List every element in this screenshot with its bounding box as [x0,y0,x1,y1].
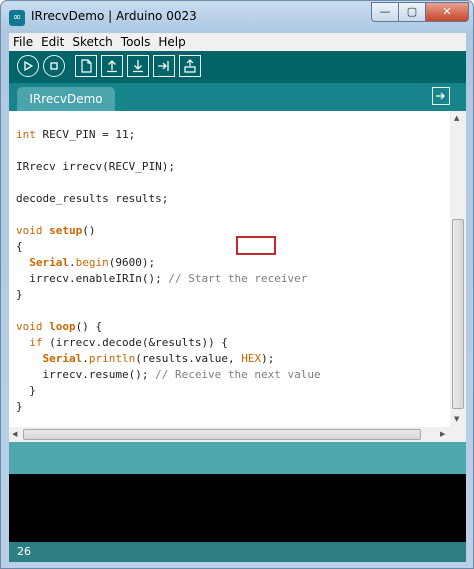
code-line: { [16,240,23,253]
code-line: void setup() [16,224,96,237]
title-bar[interactable]: ∞ IRrecvDemo | Arduino 0023 — ▢ ✕ [1,1,473,33]
menu-sketch[interactable]: Sketch [68,35,116,49]
horizontal-scroll-thumb[interactable] [23,429,421,440]
save-icon [133,60,143,73]
code-text: () [82,224,96,237]
hex-highlight-box [236,236,276,255]
menu-help[interactable]: Help [154,35,189,49]
stop-button[interactable] [43,55,65,77]
new-button[interactable] [75,55,97,77]
code-line: } [16,384,36,397]
keyword: int [16,128,36,141]
method-name: begin [75,256,109,269]
code-line: } [16,288,23,301]
comment: // Receive the next value [155,368,321,381]
maximize-button[interactable]: ▢ [398,2,426,22]
code-line: IRrecv irrecv(RECV_PIN); [16,160,175,173]
code-text: RECV_PIN = 11; [35,128,136,141]
code-text: ); [261,352,275,365]
code-line: Serial.begin(9600); [16,256,155,269]
class-name: Serial [29,256,69,269]
code-text: . [69,256,76,269]
code-text: (irrecv.decode(&results)) { [42,336,228,349]
vertical-scrollbar[interactable]: ▲ ▼ [450,111,466,427]
class-name: Serial [42,352,83,365]
scroll-up-icon[interactable]: ▲ [454,114,459,122]
menu-bar: File Edit Sketch Tools Help [9,33,466,51]
arduino-app-icon: ∞ [9,10,25,26]
code-line: decode_results results; [16,192,169,205]
upload-button[interactable] [153,55,175,77]
verify-icon [24,61,33,71]
hex-constant: HEX [241,352,262,365]
code-text: irrecv.resume(); [16,368,156,381]
tab-strip: IRrecvDemo [9,83,466,111]
window-controls: — ▢ ✕ [371,2,469,22]
method-name: println [88,352,136,365]
code-line: irrecv.resume(); // Receive the next val… [16,368,321,381]
code-text: . [82,352,89,365]
function-name: loop [49,320,76,333]
horizontal-scrollbar[interactable]: ◀ ▶ [9,427,450,442]
status-bar [9,442,466,474]
arduino-window: ∞ IRrecvDemo | Arduino 0023 — ▢ ✕ File E… [0,0,474,569]
code-text: () { [75,320,103,333]
open-icon [107,60,117,73]
arrow-right-icon [436,92,445,100]
code-line: if (irrecv.decode(&results)) { [16,336,228,349]
save-button[interactable] [127,55,149,77]
scroll-down-icon[interactable]: ▼ [454,415,459,423]
close-button[interactable]: ✕ [425,2,469,22]
tab-menu-button[interactable] [432,87,450,105]
window-title: IRrecvDemo | Arduino 0023 [31,9,197,23]
code-text: (9600); [108,256,156,269]
code-line: irrecv.enableIRIn(); // Start the receiv… [16,272,307,285]
vertical-scroll-thumb[interactable] [452,219,464,409]
minimize-button[interactable]: — [371,2,399,22]
code-text: irrecv.enableIRIn(); [16,272,169,285]
comment: // Start the receiver [168,272,308,285]
menu-file[interactable]: File [9,35,37,49]
stop-icon [50,62,58,70]
toolbar [9,51,466,83]
line-number: 26 [17,545,31,558]
keyword: if [29,336,43,349]
code-line: int RECV_PIN = 11; [16,128,135,141]
menu-tools[interactable]: Tools [117,35,155,49]
footer-bar: 26 [9,542,466,562]
serial-monitor-icon [184,59,196,73]
upload-icon [158,61,169,71]
tab-irrecvdemo[interactable]: IRrecvDemo [17,87,115,111]
scroll-right-icon[interactable]: ▶ [440,430,445,438]
serial-monitor-button[interactable] [179,55,201,77]
function-name: setup [49,224,83,237]
code-line: void loop() { [16,320,102,333]
code-editor[interactable]: int RECV_PIN = 11; IRrecv irrecv(RECV_PI… [9,111,450,427]
scroll-corner [450,427,466,442]
open-button[interactable] [101,55,123,77]
verify-button[interactable] [17,55,39,77]
scroll-left-icon[interactable]: ◀ [12,430,17,438]
code-line: } [16,400,23,413]
console-output[interactable] [9,474,466,542]
code-line: Serial.println(results.value, HEX); [16,352,275,365]
code-text: (results.value, [135,352,242,365]
keyword: void [16,320,43,333]
menu-edit[interactable]: Edit [37,35,68,49]
new-icon [81,59,92,73]
keyword: void [16,224,43,237]
